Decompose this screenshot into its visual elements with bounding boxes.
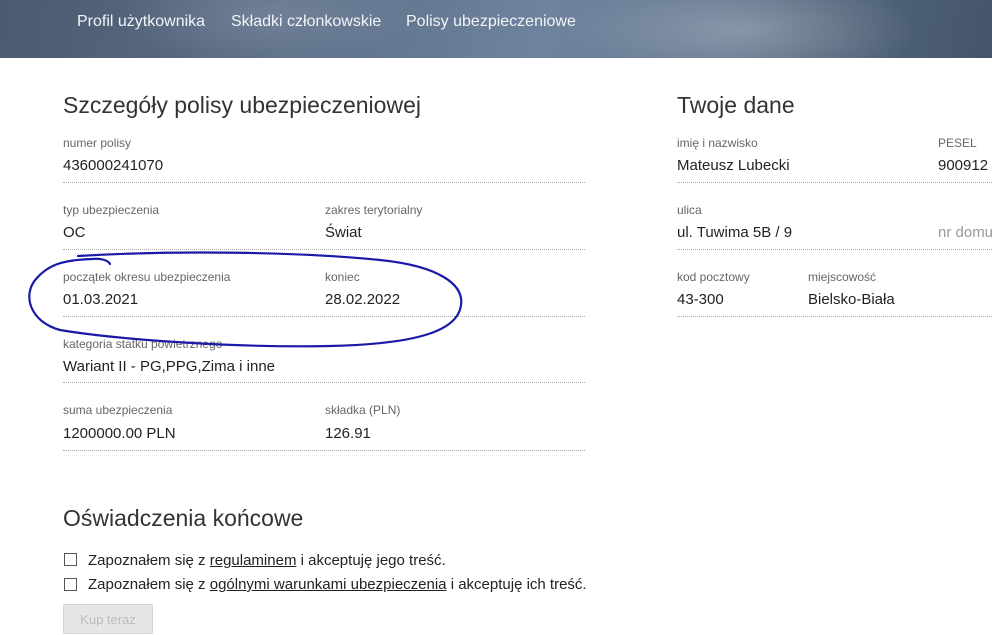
sum-insured-label: suma ubezpieczenia [63,403,173,417]
nav-item-profile[interactable]: Profil użytkownika [77,13,205,31]
top-nav-bar: Profil użytkownika Składki członkowskie … [0,0,992,58]
period-start-value: 01.03.2021 [63,291,139,308]
field-divider [63,450,585,451]
policy-number-value: 436000241070 [63,157,164,174]
aircraft-category-value: Wariant II - PG,PPG,Zima i inne [63,358,275,375]
field-divider [63,382,585,383]
house-number-input[interactable]: nr domu [938,224,992,241]
terms-declaration: Zapoznałem się z regulaminem i akceptuję… [88,552,446,569]
pesel-label: PESEL [938,136,977,150]
period-start-label: początek okresu ubezpieczenia [63,270,231,284]
insurance-type-value: OC [63,224,86,241]
territory-label: zakres terytorialny [325,203,423,217]
territory-value: Świat [325,224,362,241]
terms-checkbox[interactable] [64,553,77,566]
policy-number-label: numer polisy [63,136,132,150]
field-divider [63,316,585,317]
field-divider [677,249,992,250]
city-label: miejscowość [808,270,877,284]
field-divider [677,182,992,183]
period-end-value: 28.02.2022 [325,291,401,308]
regulations-link[interactable]: regulaminem [210,552,297,569]
insurance-type-label: typ ubezpieczenia [63,203,160,217]
nav-item-membership-fees[interactable]: Składki członkowskie [231,13,381,31]
street-label: ulica [677,203,702,217]
conditions-declaration: Zapoznałem się z ogólnymi warunkami ubez… [88,576,587,593]
general-conditions-link[interactable]: ogólnymi warunkami ubezpieczenia [210,576,447,593]
period-end-label: koniec [325,270,360,284]
full-name-label: imię i nazwisko [677,136,758,150]
user-data-title: Twoje dane [677,92,795,118]
nav-item-insurance-policies[interactable]: Polisy ubezpieczeniowe [406,13,576,31]
field-divider [677,316,992,317]
sum-insured-value: 1200000.00 PLN [63,425,176,442]
conditions-checkbox[interactable] [64,578,77,591]
pesel-value: 900912 [938,157,989,174]
city-value[interactable]: Bielsko-Biała [808,291,895,308]
buy-now-button[interactable]: Kup teraz [63,604,153,634]
declarations-title: Oświadczenia końcowe [63,505,304,531]
full-name-value: Mateusz Lubecki [677,157,790,174]
field-divider [63,182,585,183]
field-divider [63,249,585,250]
aircraft-category-label: kategoria statku powietrznego [63,337,223,351]
header-background-cloud [560,0,920,58]
premium-value: 126.91 [325,425,371,442]
premium-label: składka (PLN) [325,403,401,417]
postal-code-value[interactable]: 43-300 [677,291,724,308]
postal-code-label: kod pocztowy [677,270,750,284]
policy-details-title: Szczegóły polisy ubezpieczeniowej [63,92,421,118]
street-value[interactable]: ul. Tuwima 5B / 9 [677,224,792,241]
